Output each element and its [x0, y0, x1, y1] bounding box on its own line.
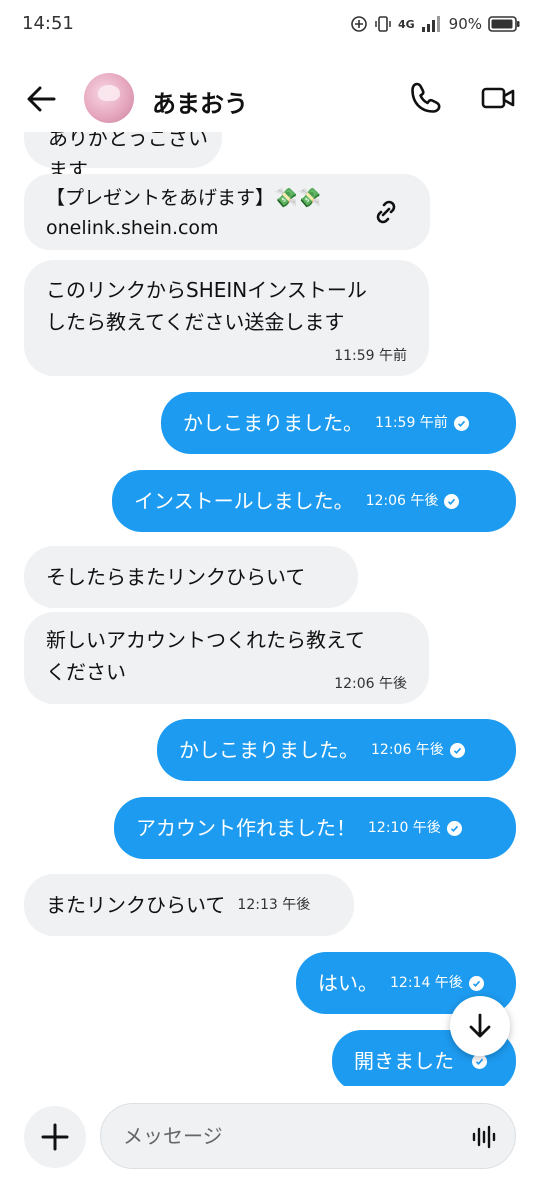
video-call-button[interactable]: [480, 80, 516, 116]
message-outgoing[interactable]: かしこまりました。 11:59 午前: [161, 392, 516, 454]
message-time: 11:59 午前: [375, 415, 448, 431]
link-icon[interactable]: [370, 196, 402, 228]
arrow-down-icon: [469, 1013, 491, 1038]
message-text: またリンクひらいて: [46, 893, 226, 917]
message-text: そしたらまたリンクひらいて: [46, 565, 306, 589]
message-time: 11:59 午前: [334, 348, 407, 364]
back-button[interactable]: [24, 82, 58, 116]
message-outgoing[interactable]: かしこまりました。 12:06 午後: [157, 719, 516, 781]
message-text: はい。: [318, 971, 378, 995]
video-camera-icon: [481, 87, 515, 109]
message-text: かしこまりました。: [179, 738, 359, 762]
message-time: 12:14 午後: [390, 975, 463, 991]
read-check-icon: [468, 975, 484, 991]
call-button[interactable]: [408, 80, 444, 116]
avatar[interactable]: [84, 73, 134, 123]
message-text: 開きました: [354, 1049, 454, 1073]
status-icons: 4G 90%: [350, 12, 520, 36]
contact-name[interactable]: あまおう: [152, 84, 248, 119]
read-check-icon: [453, 415, 469, 431]
read-check-icon: [449, 742, 465, 758]
arrow-left-icon: [27, 86, 56, 112]
battery-percent: 90%: [448, 15, 482, 33]
message-text: 新しいアカウントつくれたら教えて ください: [46, 628, 365, 684]
message-incoming[interactable]: 新しいアカウントつくれたら教えて ください 12:06 午後: [24, 612, 429, 704]
message-outgoing[interactable]: アカウント作れました！ 12:10 午後: [114, 797, 516, 859]
message-time: 12:13 午後: [237, 897, 311, 913]
plus-icon: [41, 1123, 69, 1151]
message-incoming[interactable]: このリンクからSHEINインストール したら教えてください送金します 11:59…: [24, 260, 429, 376]
link-message[interactable]: 【プレゼントをあげます】💸💸 onelink.shein.com: [24, 174, 430, 250]
chat-header: あまおう: [0, 64, 540, 132]
message-text: インストールしました。: [134, 489, 354, 513]
message-time: 12:06 午後: [365, 493, 439, 509]
voice-message-button[interactable]: [471, 1124, 497, 1150]
vibrate-icon: [375, 16, 391, 32]
message-incoming[interactable]: またリンクひらいて 12:13 午後: [24, 874, 354, 936]
message-input[interactable]: [123, 1104, 453, 1168]
link-url[interactable]: onelink.shein.com: [46, 214, 219, 242]
read-check-icon: [444, 493, 460, 509]
phone-icon: [411, 82, 441, 113]
status-bar: 14:51 4G 90%: [0, 0, 540, 50]
message-time: 12:10 午後: [368, 820, 441, 836]
composer: [0, 1100, 540, 1175]
signal-icon: [421, 16, 440, 32]
read-check-icon: [446, 820, 462, 836]
link-title: 【プレゼントをあげます】💸💸: [46, 187, 322, 209]
scroll-to-bottom-button[interactable]: [450, 996, 510, 1056]
add-attachment-button[interactable]: [24, 1106, 86, 1168]
message-incoming[interactable]: そしたらまたリンクひらいて: [24, 546, 358, 608]
battery-icon: [488, 16, 520, 32]
message-outgoing[interactable]: インストールしました。 12:06 午後: [112, 470, 516, 532]
message-text: アカウント作れました！: [136, 816, 356, 840]
message-list[interactable]: ありがとうございます 【プレゼントをあげます】💸💸 onelink.shein.…: [0, 132, 540, 1086]
message-incoming[interactable]: ありがとうございます: [24, 132, 222, 182]
data-saver-icon: [351, 16, 367, 32]
message-text: かしこまりました。: [183, 411, 363, 435]
message-time: 12:06 午後: [334, 676, 407, 692]
message-input-container[interactable]: [100, 1103, 516, 1169]
message-text: このリンクからSHEINインストール したら教えてください送金します: [46, 278, 367, 334]
message-time: 12:06 午後: [371, 742, 444, 758]
network-type: 4G: [397, 17, 415, 31]
status-time: 14:51: [22, 13, 74, 34]
voice-wave-icon: [472, 1125, 496, 1149]
